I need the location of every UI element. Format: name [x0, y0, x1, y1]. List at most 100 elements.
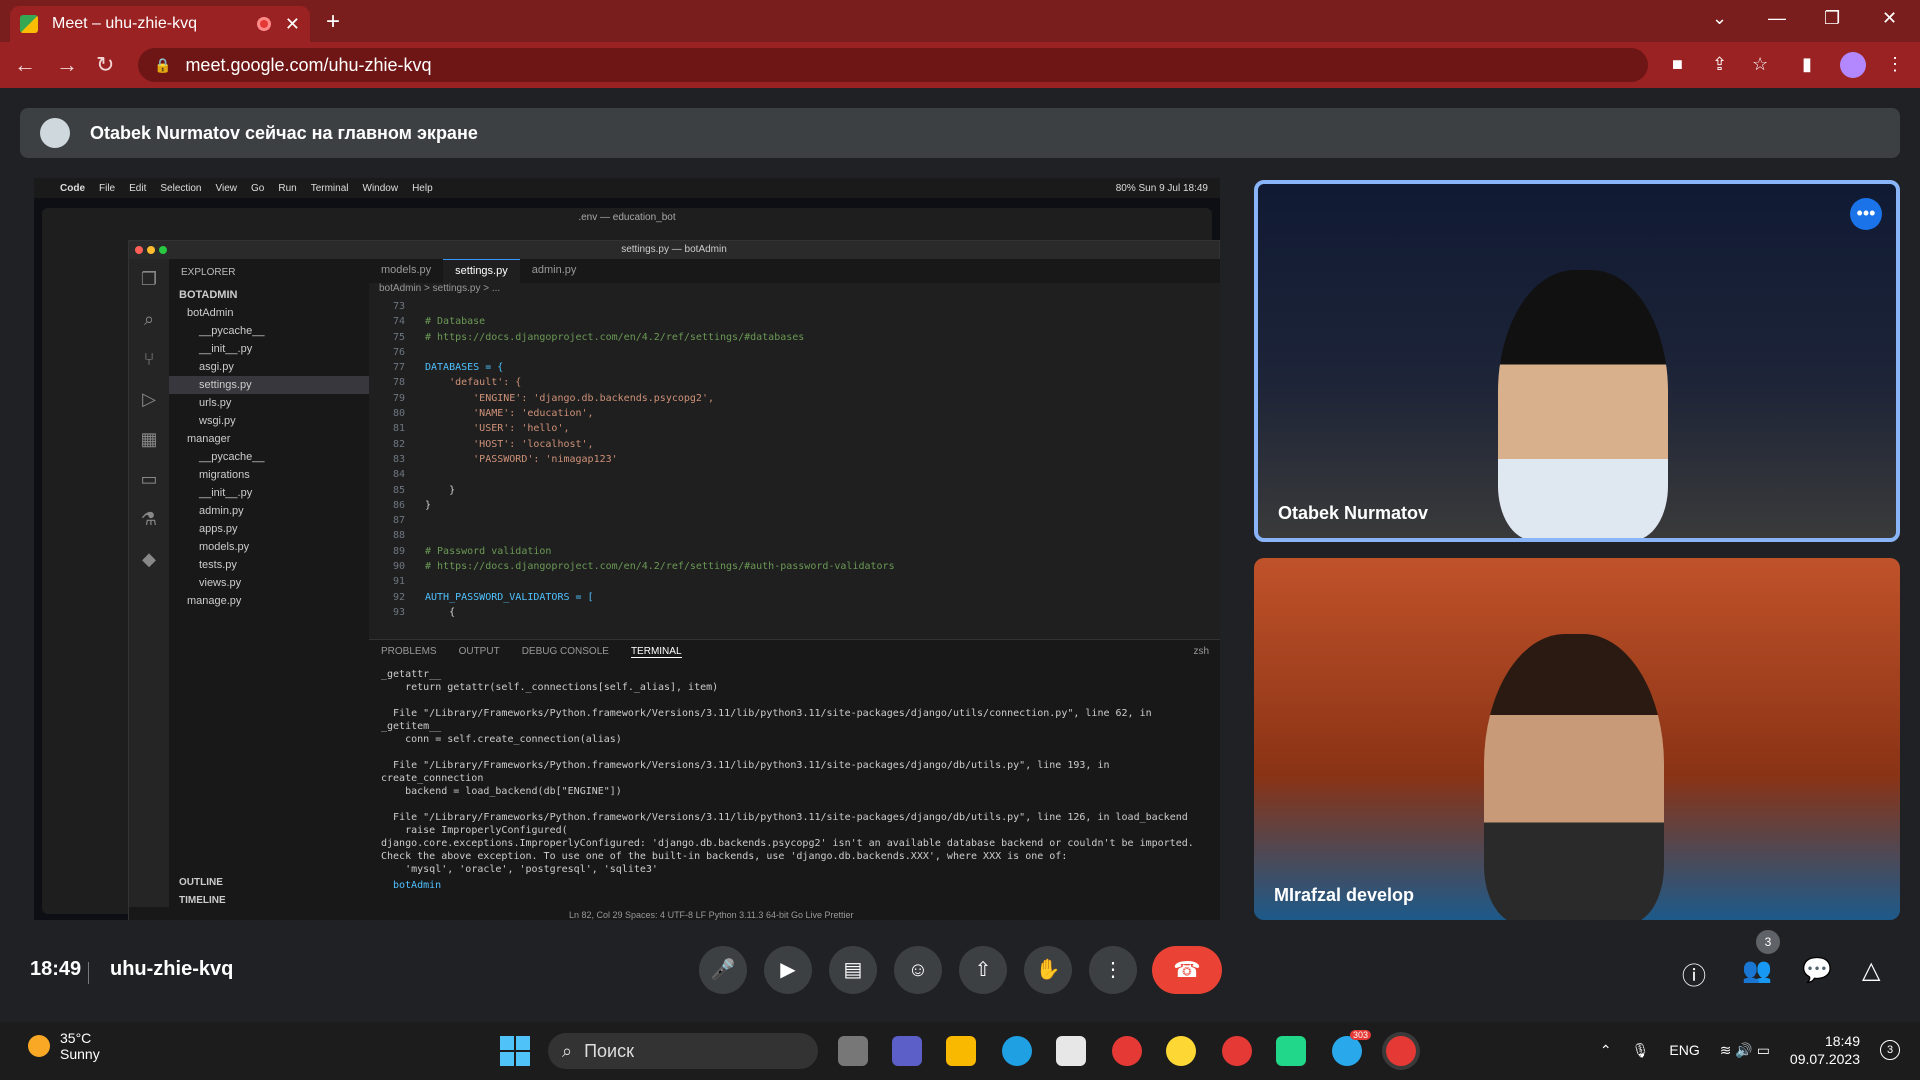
participant-video [1484, 634, 1664, 920]
vscode-title-bar: settings.py — botAdmin [129, 241, 1219, 259]
participant-video [1498, 270, 1668, 538]
camera-button[interactable]: ▶ [764, 946, 812, 994]
meeting-details-icon[interactable]: ⓘ [1682, 956, 1706, 991]
pycharm-icon[interactable] [1276, 1036, 1306, 1066]
telegram-icon[interactable]: 303 [1332, 1030, 1372, 1066]
people-icon[interactable]: 👥 [1742, 956, 1772, 985]
line-number: 83 [392, 453, 405, 465]
line-text: 'HOST': 'localhost', [425, 438, 594, 450]
line-number: 79 [392, 392, 405, 404]
browser-tab-bar: Meet – uhu-zhie-kvq ✕ + ⌄ — ❐ ✕ [0, 0, 1920, 42]
line-text: DATABASES = { [425, 362, 504, 374]
panel-tab-output: OUTPUT [458, 646, 500, 657]
url-text[interactable]: meet.google.com/uhu-zhie-kvq [185, 55, 431, 76]
tab-search-chevron-down-icon[interactable]: ⌄ [1712, 8, 1727, 29]
explorer-panel: EXPLORER BOTADMIN botAdmin __pycache__ _… [169, 259, 369, 920]
mac-menu-window: Window [362, 182, 399, 194]
raise-hand-button[interactable]: ✋ [1024, 946, 1072, 994]
code-line: 77 DATABASES = { [369, 360, 1220, 375]
reactions-button[interactable]: ☺ [894, 946, 942, 994]
line-text: 'PASSWORD': 'nimagap123' [425, 453, 618, 465]
browser-tab[interactable]: Meet – uhu-zhie-kvq ✕ [10, 6, 310, 42]
more-options-icon[interactable]: ••• [1850, 198, 1882, 230]
code-line: 74 # Database [369, 314, 1220, 329]
code-line: 78 'default': { [369, 375, 1220, 390]
temperature: 35°C [60, 1030, 92, 1046]
yandex-browser-icon[interactable] [1112, 1036, 1142, 1066]
editor-tab: admin.py [531, 264, 577, 276]
bookmark-star-icon[interactable]: ☆ [1752, 54, 1768, 75]
present-screen-button[interactable]: ⇧ [959, 946, 1007, 994]
file-explorer-icon[interactable] [946, 1036, 976, 1066]
tree-item: __pycache__ [199, 451, 265, 463]
line-number: 90 [392, 561, 405, 573]
meeting-time: 18:49 [30, 958, 82, 980]
chrome-active-icon[interactable] [1386, 1036, 1416, 1066]
lock-icon[interactable]: 🔒 [154, 57, 171, 74]
code-line: 75 # https://docs.djangoproject.com/en/4.… [369, 330, 1220, 345]
editor-tab: models.py [381, 264, 432, 276]
line-number: 91 [392, 576, 405, 588]
leave-call-button[interactable]: ☎ [1152, 946, 1222, 994]
maximize-icon[interactable]: ❐ [1824, 8, 1840, 29]
wifi-volume-battery-icons[interactable]: ≋ 🔊 ▭ [1720, 1042, 1770, 1059]
share-icon[interactable]: ⇪ [1712, 54, 1727, 75]
activities-icon[interactable]: △ [1862, 956, 1880, 985]
code-lines: 73 74 # Database 75 # https://docs.djangopro… [369, 299, 1220, 620]
new-tab-button[interactable]: + [326, 8, 340, 36]
notification-badge[interactable]: 3 [1880, 1040, 1900, 1060]
telegram-badge: 303 [1350, 1030, 1372, 1040]
traffic-lights [135, 246, 167, 254]
camera-in-use-icon[interactable]: ■ [1672, 54, 1683, 75]
language-indicator[interactable]: ENG [1669, 1042, 1699, 1058]
chevron-up-icon[interactable]: ⌃ [1600, 1042, 1612, 1059]
task-view-icon[interactable] [838, 1036, 868, 1066]
browser-menu-icon[interactable]: ⋮ [1886, 54, 1904, 75]
participant-name: Otabek Nurmatov [1278, 503, 1429, 523]
back-icon[interactable]: ← [14, 52, 36, 78]
tree-item: __init__.py [199, 343, 253, 355]
omnibox[interactable]: 🔒 meet.google.com/uhu-zhie-kvq [138, 48, 1648, 82]
participant-tile[interactable]: MIrafzal develop [1254, 558, 1900, 920]
run-debug-icon: ▷ [142, 389, 156, 409]
line-number: 86 [392, 499, 405, 511]
mac-menu-go: Go [251, 182, 265, 194]
divider [88, 962, 89, 984]
activity-bar: ❐ ⌕ ⑂ ▷ ▦ ▭ ⚗ ◆ [129, 259, 169, 920]
side-panel-icon[interactable]: ▮ [1802, 54, 1812, 75]
mac-status-text: 80% Sun 9 Jul 18:49 [1115, 182, 1208, 194]
line-text: 'NAME': 'education', [425, 408, 594, 420]
profile-avatar[interactable] [1840, 52, 1866, 78]
vscode-status-bar: Ln 82, Col 29 Spaces: 4 UTF-8 LF Python … [129, 907, 1220, 920]
weather-condition: Sunny [60, 1046, 100, 1062]
weather-widget[interactable]: 35°C Sunny [28, 1030, 100, 1062]
taskbar-search[interactable]: ⌕ Поиск [548, 1033, 818, 1069]
more-options-button[interactable]: ⋮ [1089, 946, 1137, 994]
close-window-icon[interactable]: ✕ [1882, 8, 1897, 29]
microsoft-store-icon[interactable] [1056, 1036, 1086, 1066]
panel-tabs: PROBLEMS OUTPUT DEBUG CONSOLE TERMINAL z… [369, 640, 1220, 664]
reload-icon[interactable]: ↻ [96, 52, 114, 78]
yandex-music-icon[interactable] [1166, 1036, 1196, 1066]
code-line: 81 'USER': 'hello', [369, 421, 1220, 436]
forward-icon[interactable]: → [56, 52, 78, 78]
microphone-button[interactable]: 🎤 [699, 946, 747, 994]
minimize-icon[interactable]: — [1768, 8, 1786, 29]
edge-icon[interactable] [1002, 1036, 1032, 1066]
mac-menu-selection: Selection [160, 182, 202, 194]
tab-close-icon[interactable]: ✕ [285, 14, 300, 35]
code-line: 76 [369, 345, 1220, 360]
participant-tile[interactable]: ••• Otabek Nurmatov [1254, 180, 1900, 542]
presenting-banner: Otabek Nurmatov сейчас на главном экране [20, 108, 1900, 158]
chat-icon[interactable]: 💬 [1802, 956, 1832, 985]
start-windows-icon[interactable] [500, 1036, 530, 1066]
taskbar-clock[interactable]: 18:49 09.07.2023 [1790, 1032, 1860, 1068]
teams-chat-icon[interactable] [892, 1036, 922, 1066]
participant-name: MIrafzal develop [1274, 885, 1415, 905]
tree-item: migrations [199, 469, 250, 481]
microphone-tray-icon[interactable]: 🎙 [1632, 1042, 1650, 1059]
breadcrumb: botAdmin > settings.py > ... [379, 283, 501, 294]
chrome-icon[interactable] [1222, 1036, 1252, 1066]
line-text: # Password validation [425, 545, 552, 557]
captions-button[interactable]: ▤ [829, 946, 877, 994]
